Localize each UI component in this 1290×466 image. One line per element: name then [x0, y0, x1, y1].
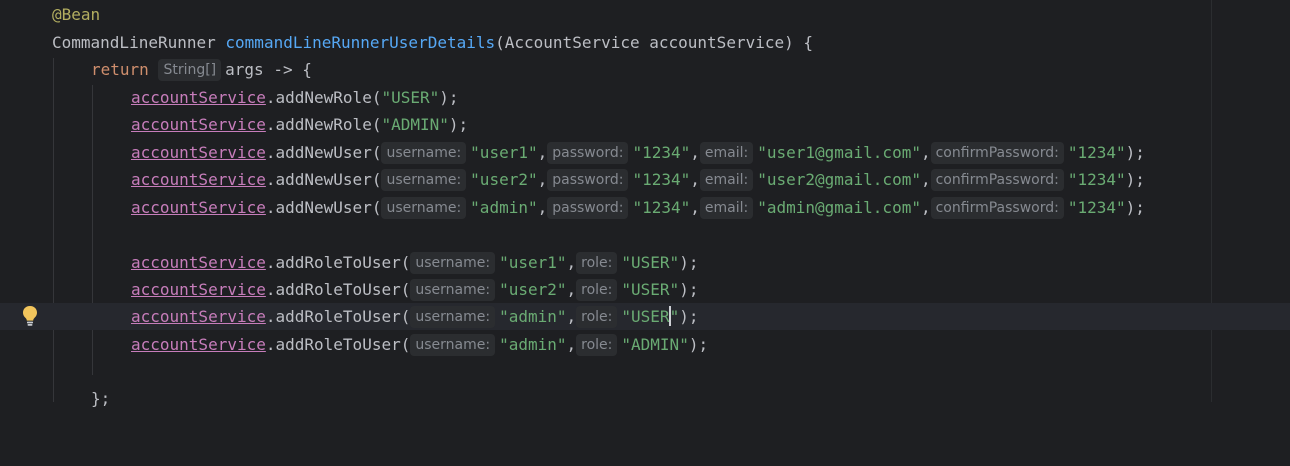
code-line[interactable]: accountService.addNewUser(username: "user… — [0, 166, 1290, 193]
keyword-return: return — [91, 60, 149, 79]
code-line[interactable]: accountService.addRoleToUser(username: "u… — [0, 276, 1290, 303]
method-call: .addRoleToUser( — [265, 253, 411, 272]
param-hint-username: username: — [410, 279, 496, 301]
field-ref: accountService — [131, 88, 266, 107]
code-line[interactable]: @Bean — [0, 1, 1290, 28]
code-line[interactable]: accountService.addNewUser(username: "admi… — [0, 194, 1290, 221]
closing-brace: }; — [91, 389, 111, 408]
code-line[interactable]: return String[] args -> { — [0, 56, 1290, 83]
code-line[interactable]: accountService.addRoleToUser(username: "a… — [0, 331, 1290, 358]
field-ref: accountService — [131, 335, 266, 354]
statement-end: ); — [679, 253, 699, 272]
field-ref: accountService — [131, 253, 266, 272]
statement-end: ); — [439, 88, 459, 107]
string-literal: "user2" — [499, 280, 567, 299]
lambda-text: args -> { — [225, 60, 312, 79]
param-hint-role: role: — [576, 279, 618, 301]
string-literal: "1234" — [632, 143, 691, 162]
param-hint-password: password: — [547, 197, 629, 219]
param-hint-username: username: — [381, 142, 467, 164]
param-hint-role: role: — [576, 306, 618, 328]
field-ref: accountService — [131, 198, 266, 217]
string-literal: "admin" — [499, 307, 567, 326]
string-literal: "admin@gmail.com" — [757, 198, 921, 217]
method-name: commandLineRunnerUserDetails — [225, 33, 496, 52]
lightbulb-icon[interactable] — [21, 305, 39, 327]
statement-end: ); — [679, 280, 699, 299]
field-ref: accountService — [131, 143, 266, 162]
field-ref: accountService — [131, 280, 266, 299]
string-literal: "USER" — [381, 88, 440, 107]
param-hint-role: role: — [576, 252, 618, 274]
param-hint-email: email: — [699, 197, 754, 219]
param-hint-username: username: — [381, 197, 467, 219]
string-literal: "1234" — [632, 198, 691, 217]
string-literal: "user1" — [499, 253, 567, 272]
method-call: .addNewUser( — [265, 198, 382, 217]
string-literal: "user1@gmail.com" — [757, 143, 921, 162]
string-literal: "USER — [621, 307, 670, 326]
code-line[interactable]: accountService.addNewUser(username: "user… — [0, 139, 1290, 166]
code-line[interactable]: accountService.addRoleToUser(username: "u… — [0, 249, 1290, 276]
param-hint-username: username: — [381, 169, 467, 191]
param-hint-confirm-password: confirmPassword: — [930, 169, 1064, 191]
field-ref: accountService — [131, 115, 266, 134]
param-hint-email: email: — [699, 142, 754, 164]
string-literal: "user2@gmail.com" — [757, 170, 921, 189]
param-hint-role: role: — [576, 334, 618, 356]
statement-end: ); — [448, 115, 469, 134]
param-hint-username: username: — [410, 306, 496, 328]
method-call: .addNewRole( — [265, 88, 382, 107]
method-params: (AccountService accountService) { — [495, 33, 814, 52]
method-call: .addRoleToUser( — [265, 307, 411, 326]
string-literal: "USER" — [621, 280, 680, 299]
code-line[interactable]: }; — [0, 385, 1290, 412]
param-hint-confirm-password: confirmPassword: — [930, 142, 1064, 164]
current-code-line[interactable]: accountService.addRoleToUser(username: "a… — [0, 303, 1290, 330]
code-editor[interactable]: @Bean CommandLineRunner commandLineRunne… — [0, 0, 1290, 408]
method-call: .addNewUser( — [265, 170, 382, 189]
param-hint-username: username: — [410, 252, 496, 274]
string-literal: "1234" — [632, 170, 691, 189]
param-hint-confirm-password: confirmPassword: — [930, 197, 1064, 219]
code-line[interactable]: accountService.addNewRole("USER"); — [0, 84, 1290, 111]
param-hint-username: username: — [410, 334, 496, 356]
method-call: .addNewUser( — [265, 143, 382, 162]
code-line[interactable]: CommandLineRunner commandLineRunnerUserD… — [0, 29, 1290, 56]
statement-end: ); — [1125, 198, 1145, 217]
type-hint: String[] — [158, 59, 222, 81]
string-literal: "USER" — [621, 253, 680, 272]
field-ref: accountService — [131, 170, 266, 189]
statement-end: ); — [688, 335, 709, 354]
string-literal: "user2" — [470, 170, 538, 189]
string-literal: "1234" — [1067, 170, 1126, 189]
method-call: .addRoleToUser( — [265, 280, 411, 299]
annotation: @Bean — [52, 5, 101, 24]
statement-end: ); — [679, 307, 699, 326]
param-hint-email: email: — [699, 169, 754, 191]
string-literal: "1234" — [1067, 143, 1126, 162]
string-literal: "1234" — [1067, 198, 1126, 217]
string-literal: "admin" — [499, 335, 567, 354]
field-ref: accountService — [131, 307, 266, 326]
method-call: .addRoleToUser( — [265, 335, 411, 354]
param-hint-password: password: — [547, 142, 629, 164]
string-literal: "ADMIN" — [381, 115, 449, 134]
code-line[interactable]: accountService.addNewRole("ADMIN"); — [0, 111, 1290, 138]
string-literal: "admin" — [470, 198, 538, 217]
string-literal: "ADMIN" — [621, 335, 689, 354]
string-literal: "user1" — [470, 143, 538, 162]
statement-end: ); — [1125, 170, 1145, 189]
statement-end: ); — [1125, 143, 1145, 162]
method-call: .addNewRole( — [265, 115, 382, 134]
param-hint-password: password: — [547, 169, 629, 191]
string-literal-end: " — [669, 307, 680, 326]
return-type: CommandLineRunner — [52, 33, 216, 52]
